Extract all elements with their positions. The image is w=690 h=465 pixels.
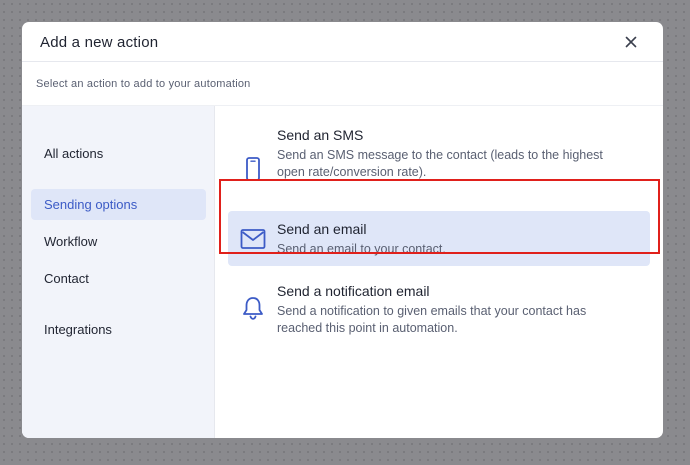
action-title: Send a notification email: [277, 283, 430, 299]
action-list: Send an SMS Send an SMS message to the c…: [216, 106, 663, 438]
sidebar-item-sending-options[interactable]: Sending options: [31, 189, 206, 220]
action-description: Send an SMS message to the contact (lead…: [277, 148, 603, 179]
bell-icon: [243, 297, 263, 320]
modal-body: All actions Sending options Workflow Con…: [22, 106, 663, 438]
sidebar-item-integrations[interactable]: Integrations: [31, 314, 206, 345]
envelope-icon: [240, 229, 266, 249]
category-sidebar: All actions Sending options Workflow Con…: [22, 106, 215, 438]
modal-header: Add a new action: [22, 22, 663, 62]
close-icon: [625, 36, 637, 48]
modal-title: Add a new action: [40, 34, 159, 51]
action-title: Send an SMS: [277, 127, 364, 143]
close-button[interactable]: [621, 32, 641, 52]
modal-subtitle-bar: Select an action to add to your automati…: [22, 62, 663, 106]
action-option-sms[interactable]: Send an SMS Send an SMS message to the c…: [228, 127, 650, 202]
action-option-notification[interactable]: Send a notification email Send a notific…: [228, 281, 650, 351]
sidebar-item-workflow[interactable]: Workflow: [31, 226, 206, 257]
sidebar-item-all-actions[interactable]: All actions: [31, 138, 206, 169]
action-description: Send a notification to given emails that…: [277, 304, 587, 335]
action-description: Send an email to your contact.: [277, 242, 446, 256]
sidebar-item-contact[interactable]: Contact: [31, 263, 206, 294]
action-option-email[interactable]: Send an email Send an email to your cont…: [228, 211, 650, 266]
modal-subtitle: Select an action to add to your automati…: [36, 78, 251, 90]
action-title: Send an email: [277, 221, 367, 237]
phone-icon: [246, 157, 260, 181]
add-action-modal: Add a new action Select an action to add…: [22, 22, 663, 438]
